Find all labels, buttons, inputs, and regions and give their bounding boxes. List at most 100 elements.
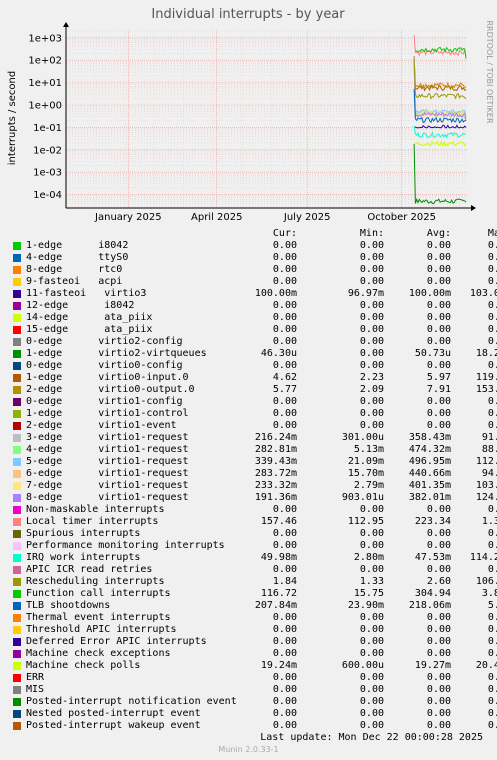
legend-max-value: 0.00 (487, 312, 497, 323)
legend-avg-value: 0.00 (426, 360, 451, 371)
legend-swatch (13, 242, 21, 250)
legend-cur-value: 0.00 (272, 648, 297, 659)
legend-label: Deferred Error APIC interrupts (26, 636, 207, 647)
y-tick-label: 1e+02 (28, 56, 62, 67)
legend-avg-value: 0.00 (426, 336, 451, 347)
legend-avg-value: 0.00 (426, 720, 451, 731)
legend-swatch (13, 722, 21, 730)
legend-cur-value: 0.00 (272, 276, 297, 287)
legend-cur-value: 0.00 (272, 708, 297, 719)
legend-avg-value: 0.00 (426, 396, 451, 407)
legend-swatch (13, 494, 21, 502)
legend-cur-value: 157.46 (260, 516, 297, 527)
legend-avg-value: 0.00 (426, 504, 451, 515)
legend-max-value: 0.00 (487, 708, 497, 719)
legend-max-value: 0.00 (487, 696, 497, 707)
legend-row: 8-edge virtio1-request 191.36m 903.01u 382.… (13, 492, 497, 504)
legend-min-value: 112.95 (347, 516, 384, 527)
legend-max-value: 103.74 (475, 480, 497, 491)
legend-min-value: 0.00 (359, 264, 384, 275)
legend-swatch (13, 338, 21, 346)
legend-swatch (13, 710, 21, 718)
legend-min-value: 23.90m (347, 600, 384, 611)
legend-row: 0-edge virtio1-config 0.00 0.00 0.00 0.00 (13, 396, 497, 408)
legend-avg-value: 0.00 (426, 408, 451, 419)
legend-max-value: 0.00 (487, 396, 497, 407)
legend-cur-value: 0.00 (272, 540, 297, 551)
legend-swatch (13, 566, 21, 574)
legend-row: 7-edge virtio1-request 233.32m 2.79m 401.35… (13, 480, 497, 492)
legend-max-value: 112.55 (475, 456, 497, 467)
legend-label: 0-edge virtio1-config (26, 396, 183, 407)
legend-avg-value: 0.00 (426, 672, 451, 683)
legend-avg-value: 0.00 (426, 300, 451, 311)
legend-avg-value: 0.00 (426, 564, 451, 575)
legend-swatch (13, 578, 21, 586)
legend-label: Posted-interrupt notification event (26, 696, 237, 707)
legend-label: Local timer interrupts (26, 516, 159, 527)
legend-max-value: 0.00 (487, 528, 497, 539)
legend-label: Posted-interrupt wakeup event (26, 720, 201, 731)
legend-row: APIC ICR read retries 0.00 0.00 0.00 0.00 (13, 564, 497, 576)
legend-min-value: 1.33 (359, 576, 384, 587)
legend: Cur: Min: Avg: Max: 1-edge i8042 0.00 0.00… (13, 228, 497, 732)
legend-cur-value: 207.84m (254, 600, 297, 611)
legend-swatch (13, 446, 21, 454)
legend-max-value: 0.00 (487, 360, 497, 371)
legend-swatch (13, 422, 21, 430)
legend-row: 2-edge virtio0-output.0 5.77 2.09 7.91 153.7… (13, 384, 497, 396)
legend-cur-value: 49.98m (260, 552, 297, 563)
legend-swatch (13, 518, 21, 526)
legend-swatch (13, 674, 21, 682)
legend-label: 4-edge virtio1-request (26, 444, 189, 455)
col-min: Min: (359, 228, 384, 239)
legend-cur-value: 1.84 (272, 576, 297, 587)
legend-swatch (13, 458, 21, 466)
legend-label: Threshold APIC interrupts (26, 624, 177, 635)
legend-avg-value: 218.06m (408, 600, 451, 611)
legend-label: 8-edge rtc0 (26, 264, 123, 275)
y-tick-label: 1e-02 (33, 145, 62, 156)
legend-row: 4-edge virtio1-request 282.81m 5.13m 474.32… (13, 444, 497, 456)
legend-max-value: 103.03m (469, 288, 497, 299)
legend-max-value: 0.00 (487, 636, 497, 647)
legend-row: Deferred Error APIC interrupts 0.00 0.00 0.… (13, 636, 497, 648)
legend-label: Function call interrupts (26, 588, 171, 599)
legend-swatch (13, 374, 21, 382)
legend-avg-value: 0.00 (426, 312, 451, 323)
x-axis-arrow (471, 205, 476, 211)
legend-swatch (13, 290, 21, 298)
legend-row: 6-edge virtio1-request 283.72m 15.70m 440.6… (13, 468, 497, 480)
legend-label: 14-edge ata_piix (26, 312, 153, 323)
legend-label: TLB shootdowns (26, 600, 111, 611)
legend-cur-value: 0.00 (272, 240, 297, 251)
legend-cur-value: 216.24m (254, 432, 297, 443)
legend-cur-value: 0.00 (272, 564, 297, 575)
legend-row: 9-fasteoi acpi 0.00 0.00 0.00 0.00 (13, 276, 497, 288)
legend-row: Machine check exceptions 0.00 0.00 0.00 0.00 (13, 648, 497, 660)
legend-min-value: 0.00 (359, 504, 384, 515)
legend-swatch (13, 314, 21, 322)
legend-row: 4-edge ttyS0 0.00 0.00 0.00 0.00 (13, 252, 497, 264)
legend-avg-value: 47.53m (414, 552, 451, 563)
legend-avg-value: 440.66m (408, 468, 451, 479)
legend-min-value: 0.00 (359, 240, 384, 251)
legend-swatch (13, 554, 21, 562)
legend-avg-value: 0.00 (426, 528, 451, 539)
legend-min-value: 0.00 (359, 396, 384, 407)
legend-min-value: 0.00 (359, 624, 384, 635)
legend-cur-value: 0.00 (272, 408, 297, 419)
legend-cur-value: 0.00 (272, 396, 297, 407)
y-tick-label: 1e-03 (33, 168, 62, 179)
legend-swatch (13, 530, 21, 538)
legend-max-value: 0.00 (487, 648, 497, 659)
legend-row: Posted-interrupt wakeup event 0.00 0.00 0.0… (13, 720, 497, 732)
legend-row: TLB shootdowns 207.84m 23.90m 218.06m 5.14 (13, 600, 497, 612)
legend-avg-value: 474.32m (408, 444, 451, 455)
legend-min-value: 0.00 (359, 528, 384, 539)
legend-avg-value: 0.00 (426, 324, 451, 335)
legend-label: 1-edge i8042 (26, 240, 129, 251)
legend-max-value: 0.00 (487, 684, 497, 695)
legend-swatch (13, 698, 21, 706)
legend-cur-value: 0.00 (272, 720, 297, 731)
